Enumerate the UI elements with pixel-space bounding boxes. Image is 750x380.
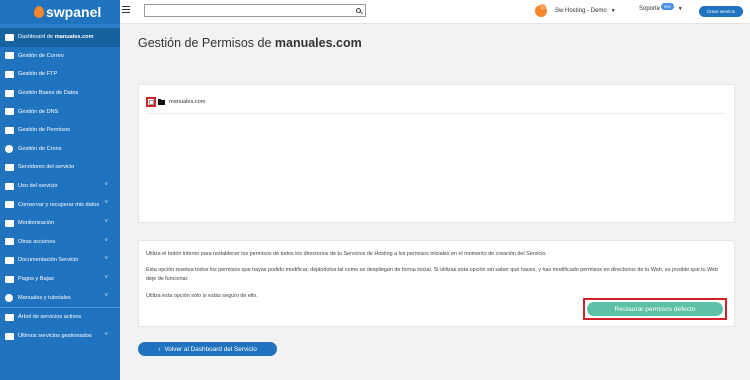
chevron-down-icon: ▼ [610, 8, 616, 14]
logo[interactable]: swpanel [0, 0, 120, 24]
permissions-icon [4, 126, 14, 134]
tree-root-checkbox[interactable] [148, 99, 154, 105]
sidebar-item[interactable]: Gestión de DNS [0, 102, 120, 121]
search-icon [355, 8, 361, 13]
payments-icon [4, 275, 14, 283]
flag-icon [4, 108, 14, 116]
chevron-down-icon: ˅ [104, 274, 108, 281]
sidebar-item-label: Monitorización [18, 220, 55, 227]
chevron-down-icon: ˅ [104, 200, 108, 207]
recent-icon [4, 332, 14, 340]
usage-icon [4, 182, 14, 190]
create-service-button[interactable]: Crear servicio [699, 6, 743, 17]
support-menu[interactable]: Soporte 999 ▼ [639, 3, 683, 12]
chevron-down-icon: ˅ [104, 218, 108, 225]
sidebar-nav: Dashboard de manuales.com Gestión de Corr… [0, 28, 120, 307]
folder-icon [158, 98, 165, 105]
sidebar-item-label: Documentación Servicio [18, 257, 79, 264]
search-input[interactable] [144, 4, 366, 17]
page-title: Gestión de Permisos de manuales.com [138, 36, 362, 50]
sidebar-item[interactable]: Documentación Servicio ˅ [0, 251, 120, 270]
tree-icon [4, 313, 14, 321]
sidebar-item[interactable]: Árbol de servicios activos [0, 308, 120, 327]
chevron-down-icon: ˅ [104, 256, 108, 263]
database-icon [4, 89, 14, 97]
mail-icon [4, 52, 14, 60]
sidebar-item[interactable]: Dashboard de manuales.com [0, 28, 120, 47]
sidebar-item-label: Conservar y recuperar mis datos [18, 201, 100, 208]
support-badge: 999 [661, 3, 674, 10]
sidebar-item-label: Pagos y Bajas [18, 276, 54, 283]
chevron-down-icon: ˅ [104, 181, 108, 188]
chevron-down-icon: ˅ [104, 293, 108, 300]
sidebar-item[interactable]: Últimos servicios gestionados ˅ [0, 327, 120, 346]
sidebar-item[interactable]: Conservar y recuperar mis datos ˅ [0, 195, 120, 214]
top-bar: Sw Hosting - Demo ▼ Soporte 999 ▼ Crear … [120, 0, 750, 24]
sidebar-item-label: Dashboard de manuales.com [18, 34, 94, 41]
sidebar-item[interactable]: Gestión de Correo [0, 47, 120, 66]
sidebar-item[interactable]: Servidores del servicio [0, 158, 120, 177]
sidebar-item-label: Árbol de servicios activos [18, 314, 82, 321]
sidebar-item-label: Otras acciones [18, 238, 56, 245]
account-menu[interactable]: Sw Hosting - Demo ▼ [535, 4, 616, 18]
tree-root-label[interactable]: manuales.com [169, 99, 205, 105]
search-button[interactable] [351, 5, 365, 16]
help-icon [4, 293, 14, 302]
sidebar-item[interactable]: Gestión Bases de Datos [0, 84, 120, 103]
backup-icon [4, 201, 14, 209]
logo-text: swpanel [46, 4, 102, 20]
sidebar-item-label: Gestión de Permisos [18, 127, 70, 134]
sidebar-item[interactable]: Otras acciones ˅ [0, 233, 120, 252]
monitor-icon [4, 219, 14, 227]
highlight-box [146, 97, 156, 107]
restore-info-panel: Utiliza el botón inferior para restablec… [138, 240, 735, 327]
dashboard-icon [4, 33, 14, 41]
menu-toggle-icon[interactable] [122, 6, 130, 13]
support-label: Soporte [639, 5, 661, 12]
page-title-domain: manuales.com [274, 36, 362, 50]
actions-icon [4, 238, 14, 246]
account-avatar-icon [535, 4, 547, 17]
document-icon [4, 256, 14, 264]
sidebar-item-label: Manuales y tutoriales [18, 294, 71, 301]
sidebar-item[interactable]: Gestión de Crons [0, 140, 120, 159]
info-paragraph-2: Esta opción resetea todos los permisos q… [146, 267, 719, 282]
sidebar-item-label: Uso del servicio [18, 183, 58, 190]
sidebar-item[interactable]: Pagos y Bajas ˅ [0, 270, 120, 289]
sidebar-item-label: Gestión de DNS [18, 108, 59, 115]
sidebar-item-label: Servidores del servicio [18, 164, 75, 171]
sidebar-item-label: Gestión Bases de Datos [18, 90, 79, 97]
permissions-tree-panel: manuales.com [138, 84, 735, 223]
highlight-box: Restaurar permisos defecto [583, 298, 727, 320]
sidebar-nav-bottom: Árbol de servicios activos Últimos servic… [0, 308, 120, 346]
back-button-label: Volver al Dashboard del Servicio [164, 345, 257, 353]
sidebar-item[interactable]: Gestión de FTP [0, 65, 120, 84]
account-name: Sw Hosting - Demo [555, 8, 607, 14]
chevron-down-icon: ˅ [104, 237, 108, 244]
sidebar-item-label: Gestión de Correo [18, 52, 64, 59]
server-icon [4, 163, 14, 171]
sidebar-item[interactable]: Monitorización ˅ [0, 214, 120, 233]
back-to-dashboard-button[interactable]: ‹ Volver al Dashboard del Servicio [138, 342, 277, 356]
swpanel-flame-icon [34, 6, 44, 18]
sidebar-item[interactable]: Gestión de Permisos [0, 121, 120, 140]
crons-icon [4, 144, 14, 153]
sidebar-item-label: Gestión de Crons [18, 145, 62, 152]
page-title-prefix: Gestión de Permisos de [138, 36, 275, 50]
sidebar-item-label: Gestión de FTP [18, 71, 58, 78]
tree-root-row[interactable]: manuales.com [146, 97, 205, 107]
sidebar-item-label: Últimos servicios gestionados [18, 333, 92, 340]
sidebar-item[interactable]: Manuales y tutoriales ˅ [0, 288, 120, 307]
tree-divider [146, 113, 726, 114]
chevron-down-icon: ▼ [677, 5, 683, 12]
database-icon [4, 70, 14, 78]
sidebar: swpanel Dashboard de manuales.com Gestión… [0, 0, 120, 380]
chevron-down-icon: ˅ [104, 331, 108, 338]
chevron-left-icon: ‹ [158, 345, 161, 353]
info-paragraph-1: Utiliza el botón inferior para restablec… [146, 251, 547, 257]
sidebar-item[interactable]: Uso del servicio ˅ [0, 177, 120, 196]
restore-permissions-button[interactable]: Restaurar permisos defecto [587, 302, 723, 316]
